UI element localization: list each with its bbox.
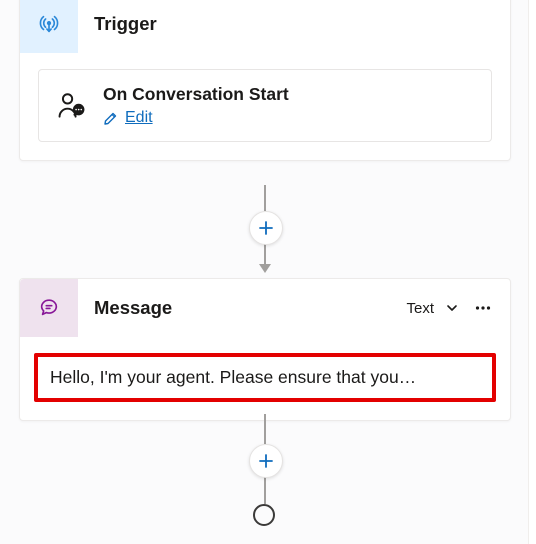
- connector-arrow-1: [259, 264, 271, 273]
- add-step-button-2[interactable]: [249, 444, 283, 478]
- trigger-event-title: On Conversation Start: [103, 84, 289, 105]
- message-node[interactable]: Message Text Hello, I'm your a: [19, 278, 511, 421]
- speech-bubble-icon: [38, 297, 60, 319]
- message-node-title: Message: [78, 297, 406, 319]
- trigger-node[interactable]: Trigger On Conversation Start: [19, 0, 511, 161]
- flow-end-terminal: [253, 504, 275, 526]
- chevron-down-icon[interactable]: [444, 300, 460, 316]
- trigger-event-texts: On Conversation Start Edit: [103, 84, 289, 127]
- trigger-event-edit[interactable]: Edit: [103, 109, 289, 127]
- message-content-box[interactable]: Hello, I'm your agent. Please ensure tha…: [34, 353, 496, 402]
- pencil-icon: [103, 110, 119, 126]
- connector-line-1a: [264, 185, 266, 211]
- plus-icon: [259, 454, 273, 468]
- trigger-node-body: On Conversation Start Edit: [20, 53, 510, 160]
- person-speech-icon: [55, 89, 89, 123]
- message-node-body: Hello, I'm your agent. Please ensure tha…: [20, 337, 510, 420]
- message-output-type[interactable]: Text: [406, 300, 434, 317]
- flow-canvas: Trigger On Conversation Start: [0, 0, 536, 544]
- antenna-icon: [38, 13, 60, 35]
- connector-line-2a: [264, 414, 266, 444]
- connector-line-2b: [264, 476, 266, 504]
- add-step-button-1[interactable]: [249, 211, 283, 245]
- edit-link[interactable]: Edit: [125, 109, 153, 127]
- message-header-right: Text: [406, 295, 510, 321]
- more-icon[interactable]: [470, 295, 496, 321]
- trigger-event-card[interactable]: On Conversation Start Edit: [38, 69, 492, 142]
- message-icon-tile: [20, 279, 78, 337]
- plus-icon: [259, 221, 273, 235]
- canvas-right-edge: [528, 0, 536, 544]
- message-node-header: Message Text: [20, 279, 510, 337]
- trigger-node-header: Trigger: [20, 0, 510, 53]
- connector-line-1b: [264, 243, 266, 265]
- trigger-node-title: Trigger: [78, 13, 510, 35]
- trigger-icon-tile: [20, 0, 78, 53]
